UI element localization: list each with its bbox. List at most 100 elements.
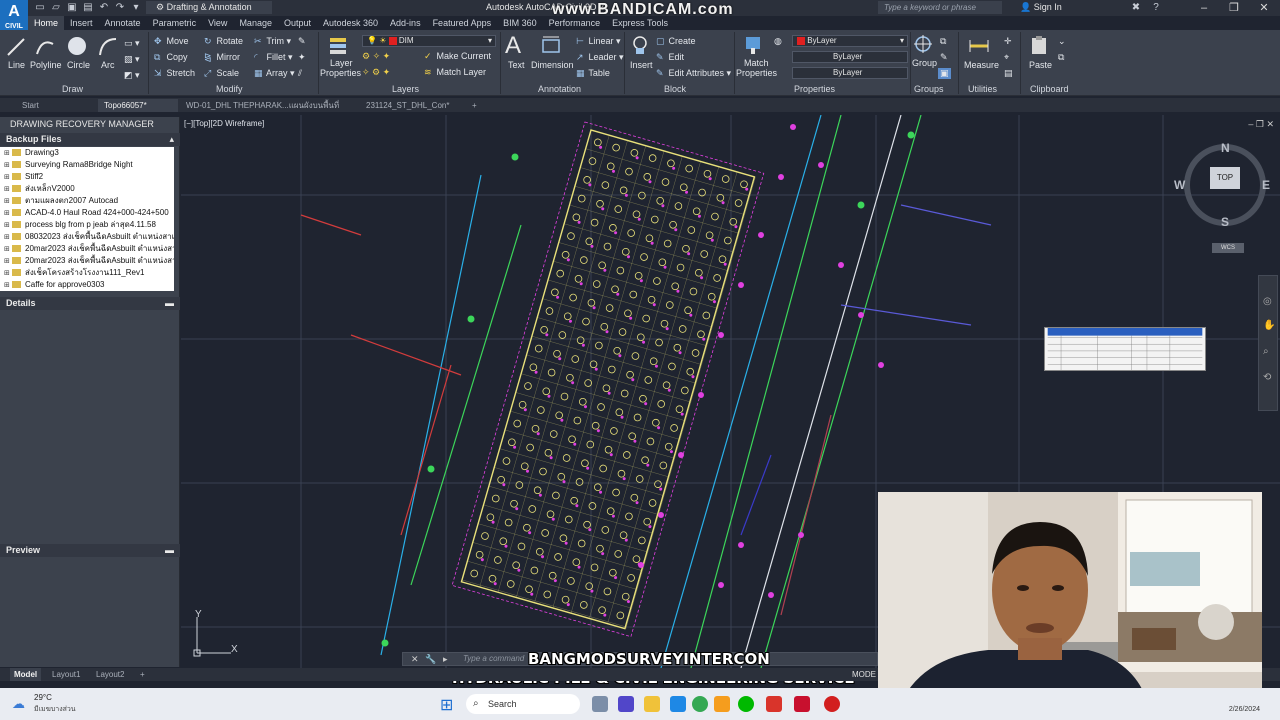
preview-header[interactable]: Preview ▬ (0, 544, 180, 557)
tab-express-tools[interactable]: Express Tools (606, 16, 674, 30)
exchange-icon[interactable]: ✖ (1130, 2, 1142, 14)
open-icon[interactable]: ▱ (50, 2, 62, 14)
layer-properties-button[interactable]: Layer (330, 58, 353, 68)
save-icon[interactable]: ▣ (66, 2, 78, 14)
tab-autodesk-360[interactable]: Autodesk 360 (317, 16, 384, 30)
backup-file-item[interactable]: ⊞ 20mar2023 ส่งเช็คพื้นฉีดAsbuilt ตำแหน่ง… (0, 255, 174, 267)
redo-icon[interactable]: ↷ (114, 2, 126, 14)
steering-wheel-icon[interactable]: ◎ (1263, 296, 1272, 307)
wcs-menu[interactable]: WCS (1212, 243, 1244, 253)
tab-featured-apps[interactable]: Featured Apps (427, 16, 498, 30)
help-icon[interactable]: ? (1150, 2, 1162, 14)
sign-in-button[interactable]: 👤 Sign In (1020, 2, 1062, 13)
trim-button[interactable]: ✂ Trim ▾ (254, 36, 291, 47)
circle-button[interactable]: Circle (67, 60, 90, 70)
color-wheel-icon[interactable]: ◍ (774, 36, 782, 47)
backup-file-item[interactable]: ⊞ Drawing3 (0, 147, 174, 159)
erase-icon[interactable]: ✎ (298, 36, 306, 47)
weather-temperature[interactable]: 29°C (34, 693, 52, 702)
chrome-icon[interactable] (692, 696, 708, 712)
group-edit-icon[interactable]: ✎ (940, 52, 948, 63)
close-button[interactable]: ✕ (1248, 0, 1280, 16)
dimension-button[interactable]: Dimension (531, 60, 574, 70)
table-button[interactable]: ▦ Table (576, 68, 610, 79)
tab-view[interactable]: View (202, 16, 233, 30)
text-button[interactable]: Text (508, 60, 525, 70)
calculator-icon[interactable]: ▤ (1004, 68, 1013, 79)
viewcube-top-face[interactable]: TOP (1210, 167, 1240, 189)
windows-start-icon[interactable]: ⊞ (440, 695, 453, 715)
taskbar-search[interactable]: ⌕ Search (466, 694, 580, 714)
edit-block-button[interactable]: ✎ Edit (656, 52, 684, 63)
compass-north[interactable]: N (1221, 141, 1230, 155)
new-icon[interactable]: ▭ (34, 2, 46, 14)
backup-files-header[interactable]: Backup Files ▴ (0, 133, 180, 146)
tab-layout2[interactable]: Layout2 (92, 668, 128, 681)
plot-icon[interactable]: ▾ (130, 2, 142, 14)
teams-icon[interactable] (618, 696, 634, 712)
viewport-window-controls[interactable]: – ❐ ✕ (1248, 119, 1274, 130)
bandicam-icon[interactable] (824, 696, 840, 712)
zoom-icon[interactable]: ⌕ (1263, 346, 1269, 357)
expand-icon[interactable]: ⊞ (4, 280, 12, 291)
backup-file-item[interactable]: ⊞ ACAD-4.0 Haul Road 424+000-424+500 (0, 207, 174, 219)
taskbar-date[interactable]: 2/26/2024 (1229, 706, 1260, 713)
rotate-button[interactable]: ↻ Rotate (204, 36, 243, 47)
compass-south[interactable]: S (1221, 215, 1229, 229)
tab-annotate[interactable]: Annotate (99, 16, 147, 30)
maximize-button[interactable]: ❐ (1218, 0, 1250, 16)
backup-file-item[interactable]: ⊞ ตามแผลงตก2007 Autocad (0, 195, 174, 207)
hatch-icon[interactable]: ▧ ▾ (124, 54, 140, 65)
save-as-icon[interactable]: ▤ (82, 2, 94, 14)
color-dropdown[interactable]: ByLayer ▾ (792, 35, 908, 47)
block-panel-title[interactable]: Block (664, 84, 686, 94)
tab-bim-360[interactable]: BIM 360 (497, 16, 543, 30)
match-properties-button[interactable]: Match (744, 58, 769, 68)
line-button[interactable]: Line (8, 60, 25, 70)
pan-icon[interactable]: ✋ (1263, 320, 1275, 331)
match-layer-button[interactable]: ≋ Match Layer (424, 67, 486, 78)
pdf-icon[interactable] (766, 696, 782, 712)
tab-insert[interactable]: Insert (64, 16, 99, 30)
properties-panel-title[interactable]: Properties (794, 84, 835, 94)
create-block-button[interactable]: ▢ Create (656, 36, 696, 47)
utilities-panel-title[interactable]: Utilities (968, 84, 997, 94)
model-space-toggle[interactable]: MODE (852, 670, 876, 679)
minimize-button[interactable]: – (1188, 0, 1220, 16)
navigation-bar[interactable]: ◎ ✋ ⌕ ⟲ (1258, 275, 1278, 411)
scale-button[interactable]: ⤢ Scale (204, 68, 239, 79)
tab-layout1[interactable]: Layout1 (48, 668, 84, 681)
group-button[interactable]: Group (912, 58, 937, 68)
mirror-button[interactable]: ⧎ Mirror (204, 52, 240, 63)
modify-panel-title[interactable]: Modify (216, 84, 243, 94)
backup-file-item[interactable]: ⊞ ส่งเช็คโครงสร้างโรงงาน111_Rev1 (0, 267, 174, 279)
compass-east[interactable]: E (1262, 178, 1270, 192)
close-command-icon[interactable]: ✕ (411, 654, 419, 665)
offset-icon[interactable]: ⫽ (298, 68, 302, 79)
details-header[interactable]: Details ▬ (0, 297, 180, 310)
workspace-switcher[interactable]: ⚙ Drafting & Annotation (146, 1, 272, 14)
backup-file-item[interactable]: ⊞ ส่งเหล็กV2000 (0, 183, 174, 195)
backup-file-item[interactable]: ⊞ process blg from p jeab ล่าสุด4.11.58 (0, 219, 174, 231)
tab-output[interactable]: Output (278, 16, 317, 30)
layers-panel-title[interactable]: Layers (392, 84, 419, 94)
orbit-icon[interactable]: ⟲ (1263, 372, 1271, 383)
file-tab-topo[interactable]: Topo66057* (98, 99, 178, 112)
draw-panel-title[interactable]: Draw (62, 84, 83, 94)
copy-clip-icon[interactable]: ⧉ (1058, 52, 1064, 63)
compass-west[interactable]: W (1174, 178, 1185, 192)
linetype-dropdown[interactable]: ByLayer (792, 51, 908, 63)
tab-home[interactable]: Home (28, 16, 65, 30)
quick-select-icon[interactable]: ⌖ (1004, 52, 1009, 63)
weather-description[interactable]: มีเมฆบางส่วน (34, 704, 76, 715)
ungroup-icon[interactable]: ⧉ (940, 36, 946, 47)
clipboard-panel-title[interactable]: Clipboard (1030, 84, 1069, 94)
backup-file-item[interactable]: ⊞ Surveying Rama8Bridge Night (0, 159, 174, 171)
app-icon[interactable] (714, 696, 730, 712)
tab-add-ins[interactable]: Add-ins (384, 16, 427, 30)
help-search-input[interactable]: Type a keyword or phrase (878, 1, 1002, 14)
tab-model[interactable]: Model (10, 668, 42, 681)
viewcube[interactable]: N S E W TOP WCS (1170, 141, 1280, 253)
arc-button[interactable]: Arc (101, 60, 115, 70)
task-view-icon[interactable] (592, 696, 608, 712)
